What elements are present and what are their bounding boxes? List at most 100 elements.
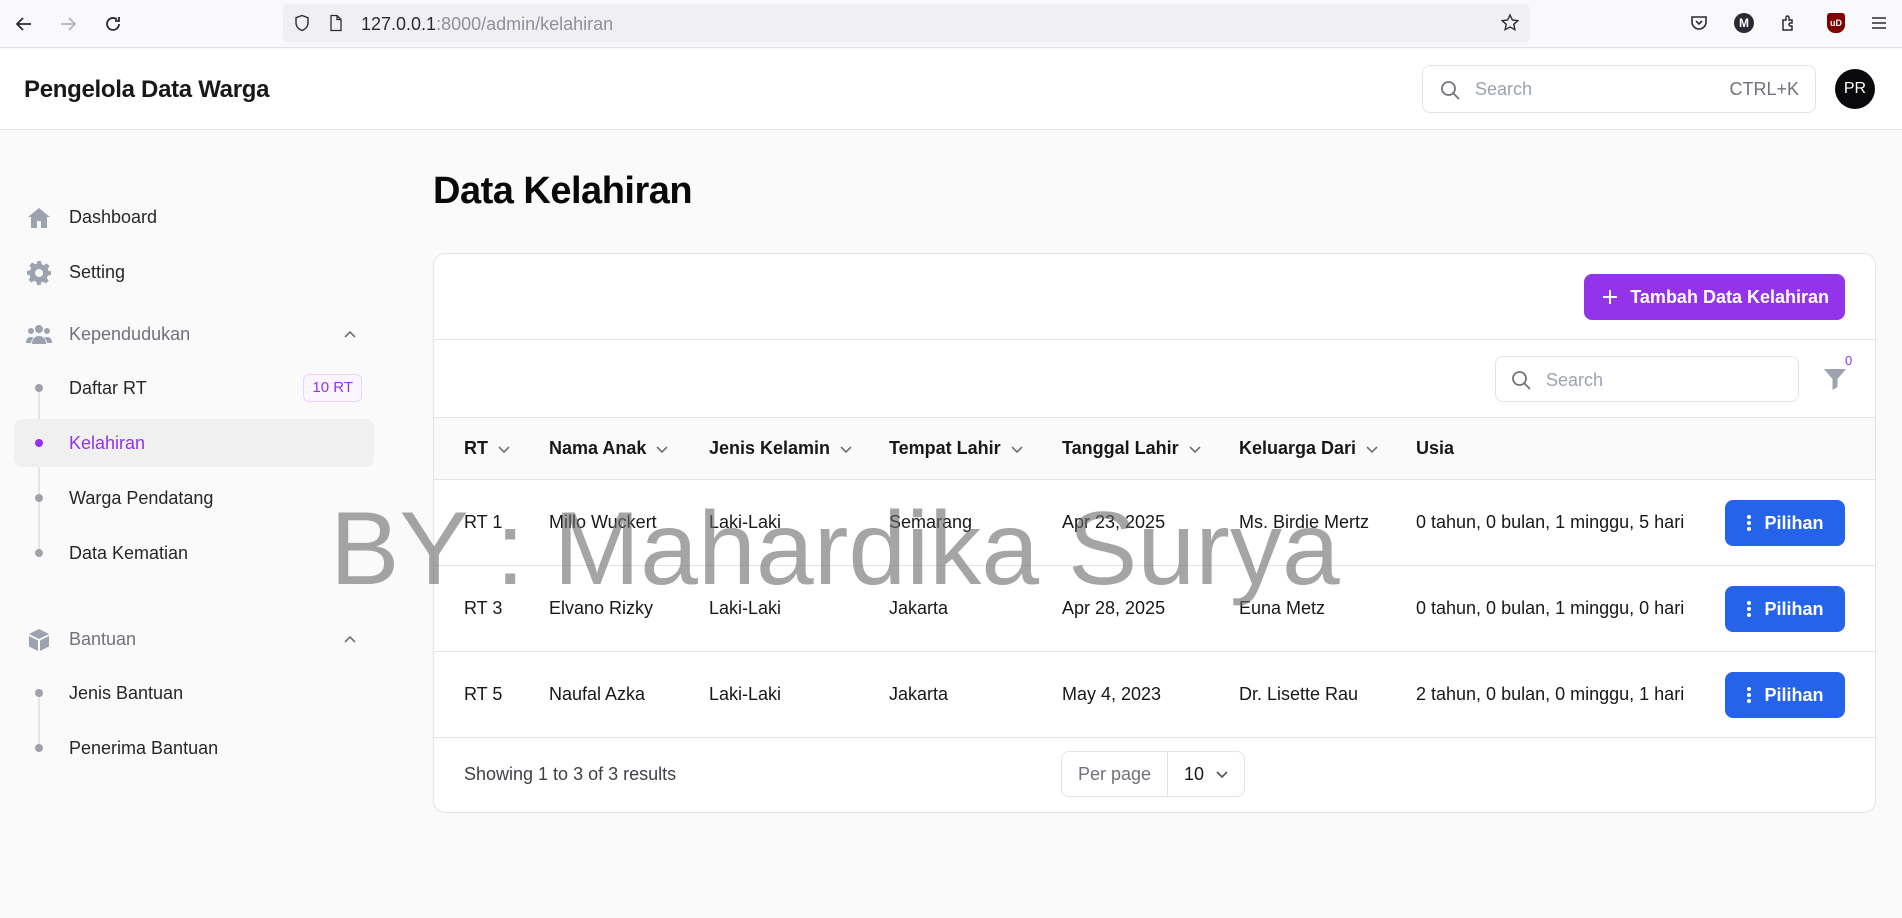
column-header-rt[interactable]: RT	[464, 438, 512, 459]
column-header-keluarga-dari[interactable]: Keluarga Dari	[1239, 438, 1380, 459]
users-icon	[26, 325, 52, 344]
bullet-dot	[35, 494, 43, 502]
bullet-dot	[35, 744, 43, 752]
table-row: RT 1 Millo Wuckert Laki-Laki Semarang Ap…	[434, 480, 1875, 566]
column-header-tanggal-lahir[interactable]: Tanggal Lahir	[1062, 438, 1203, 459]
column-label: Jenis Kelamin	[709, 438, 831, 458]
chevron-up-icon[interactable]	[340, 324, 360, 344]
sidebar-item-data-kematian[interactable]: Data Kematian	[14, 529, 374, 577]
cell-rt: RT 5	[464, 684, 503, 704]
sidebar-item-jenis-bantuan[interactable]: Jenis Bantuan	[14, 669, 374, 717]
pocket-icon[interactable]	[1688, 12, 1710, 34]
column-label: Usia	[1416, 438, 1455, 458]
bullet-dot	[35, 384, 43, 392]
url-text[interactable]: 127.0.0.1:8000/admin/kelahiran	[361, 14, 613, 35]
global-search-placeholder: Search	[1475, 79, 1533, 99]
table-row: RT 5 Naufal Azka Laki-Laki Jakarta May 4…	[434, 652, 1875, 738]
url-host: 127.0.0.1	[361, 14, 437, 34]
cell-nama-anak: Millo Wuckert	[549, 512, 657, 532]
sidebar-group-bantuan[interactable]: Bantuan	[14, 621, 374, 657]
cell-nama-anak: Naufal Azka	[549, 684, 646, 704]
bullet-dot	[35, 439, 43, 447]
sidebar-item-label: Data Kematian	[69, 543, 189, 563]
gear-icon	[27, 261, 51, 285]
chevron-up-icon[interactable]	[340, 629, 360, 649]
column-header-jenis-kelamin[interactable]: Jenis Kelamin	[709, 438, 854, 459]
cell-tanggal-lahir: Apr 28, 2025	[1062, 598, 1166, 618]
cell-tanggal-lahir: May 4, 2023	[1062, 684, 1162, 704]
reload-icon[interactable]	[99, 10, 127, 38]
filter-icon[interactable]	[1822, 366, 1848, 392]
cell-rt: RT 3	[464, 598, 503, 618]
sidebar-item-warga-pendatang[interactable]: Warga Pendatang	[14, 474, 374, 522]
plus-icon	[1603, 290, 1618, 304]
column-label: Nama Anak	[549, 438, 647, 458]
cell-nama-anak: Elvano Rizky	[549, 598, 654, 618]
pilihan-button[interactable]: Pilihan	[1725, 586, 1845, 632]
pilihan-button[interactable]: Pilihan	[1725, 500, 1845, 546]
sidebar-group-label: Kependudukan	[69, 324, 191, 344]
pilihan-label: Pilihan	[1764, 684, 1824, 705]
sidebar-item-label: Kelahiran	[69, 433, 146, 453]
page-title: Data Kelahiran	[433, 170, 693, 212]
chevron-down-icon	[498, 445, 510, 453]
more-vertical-icon	[1747, 687, 1752, 703]
column-label: RT	[464, 438, 488, 458]
add-button-label: Tambah Data Kelahiran	[1630, 286, 1829, 307]
cell-tempat-lahir: Semarang	[889, 512, 973, 532]
sidebar-item-label: Jenis Bantuan	[69, 683, 184, 703]
forward-icon[interactable]	[54, 10, 82, 38]
search-shortcut: CTRL+K	[1729, 79, 1799, 99]
more-vertical-icon	[1747, 515, 1752, 531]
account-icon[interactable]: M	[1733, 12, 1755, 34]
column-label: Tempat Lahir	[889, 438, 1001, 458]
search-icon	[1512, 371, 1531, 390]
pilihan-label: Pilihan	[1764, 598, 1824, 619]
cell-tempat-lahir: Jakarta	[889, 598, 949, 618]
home-icon	[28, 208, 50, 228]
sidebar-item-daftar-rt[interactable]: Daftar RT 10 RT	[14, 364, 374, 412]
address-bar[interactable]: 127.0.0.1:8000/admin/kelahiran	[283, 4, 1530, 42]
brand-title[interactable]: Pengelola Data Warga	[24, 76, 269, 104]
user-avatar[interactable]: PR	[1835, 69, 1875, 109]
add-kelahiran-button[interactable]: Tambah Data Kelahiran	[1584, 274, 1845, 320]
sidebar-group-kependudukan[interactable]: Kependudukan	[14, 316, 374, 352]
url-path: :8000/admin/kelahiran	[436, 14, 614, 34]
per-page-select[interactable]: Per page 10	[1061, 751, 1245, 797]
chevron-down-icon	[1216, 771, 1228, 779]
shield-icon[interactable]	[293, 14, 311, 32]
sidebar-item-dashboard[interactable]: Dashboard	[14, 193, 374, 241]
table-header: RT Nama Anak Jenis Kelamin Tempat Lahir …	[434, 418, 1875, 480]
sidebar-item-penerima-bantuan[interactable]: Penerima Bantuan	[14, 724, 374, 772]
chevron-down-icon	[1011, 445, 1023, 453]
ublock-icon[interactable]: uD	[1825, 12, 1847, 34]
table-search-input[interactable]: Search	[1495, 356, 1799, 402]
cell-usia: 0 tahun, 0 bulan, 1 minggu, 0 hari	[1416, 598, 1685, 618]
pilihan-button[interactable]: Pilihan	[1725, 672, 1845, 718]
pagination-summary: Showing 1 to 3 of 3 results	[464, 764, 677, 784]
table-toolbar: Search 0	[434, 340, 1875, 418]
per-page-value: 10	[1184, 764, 1205, 784]
cell-jenis-kelamin: Laki-Laki	[709, 684, 782, 704]
cell-keluarga-dari: Dr. Lisette Rau	[1239, 684, 1359, 704]
back-icon[interactable]	[10, 10, 38, 38]
table-card: Tambah Data Kelahiran Search 0 RT Nama A…	[433, 253, 1876, 813]
bookmark-star-icon[interactable]	[1500, 13, 1520, 33]
sidebar-item-label: Penerima Bantuan	[69, 738, 219, 758]
sidebar-item-kelahiran[interactable]: Kelahiran	[14, 419, 374, 467]
column-header-tempat-lahir[interactable]: Tempat Lahir	[889, 438, 1025, 459]
cell-usia: 2 tahun, 0 bulan, 0 minggu, 1 hari	[1416, 684, 1685, 704]
sidebar-item-setting[interactable]: Setting	[14, 248, 374, 296]
cell-tanggal-lahir: Apr 23, 2025	[1062, 512, 1166, 532]
sidebar: Dashboard Setting Kependudukan Daftar RT…	[0, 131, 390, 918]
extensions-icon[interactable]	[1778, 12, 1800, 34]
chevron-down-icon	[840, 445, 852, 453]
ublock-label: uD	[1827, 13, 1845, 33]
filter-count-badge: 0	[1845, 353, 1853, 368]
browser-toolbar: 127.0.0.1:8000/admin/kelahiran M uD	[0, 0, 1902, 48]
column-header-nama-anak[interactable]: Nama Anak	[549, 438, 670, 459]
cell-rt: RT 1	[464, 512, 503, 532]
cell-usia: 0 tahun, 0 bulan, 1 minggu, 5 hari	[1416, 512, 1685, 532]
global-search-input[interactable]: Search CTRL+K	[1422, 65, 1816, 113]
menu-icon[interactable]	[1868, 12, 1890, 34]
